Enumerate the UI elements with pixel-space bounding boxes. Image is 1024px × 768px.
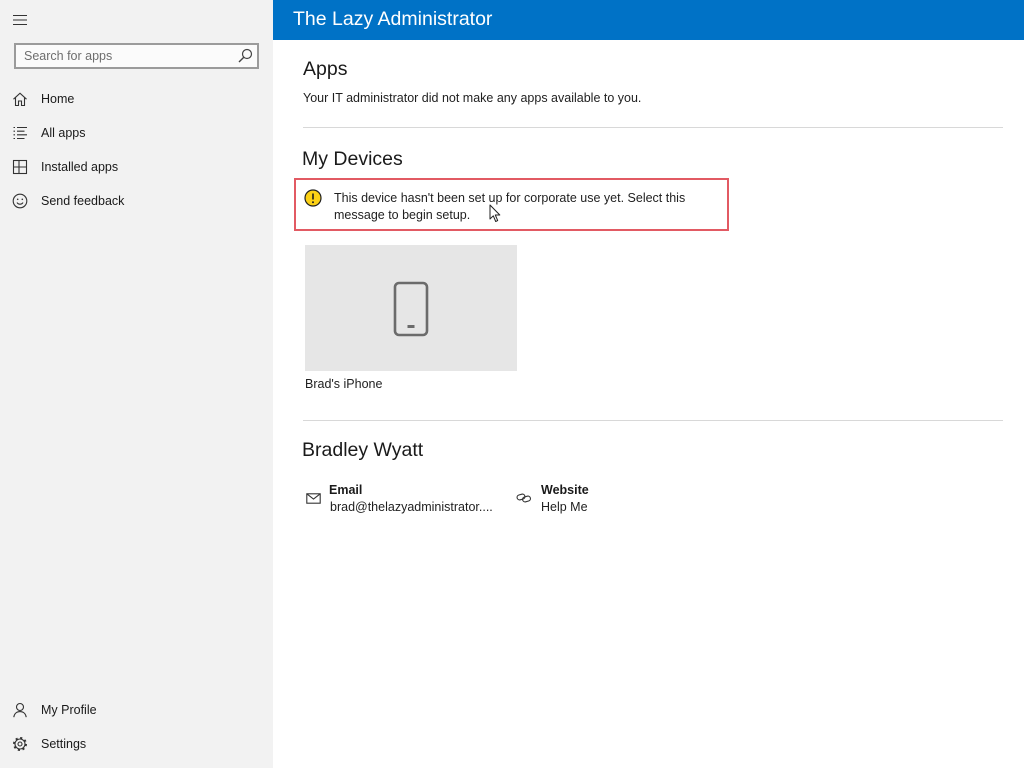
email-link[interactable]: brad@thelazyadministrator.... [330,499,493,516]
sidebar-item-label: All apps [41,126,86,140]
contact-label: Website [541,483,589,497]
notice-text: This device hasn't been set up for corpo… [334,190,686,222]
divider [303,420,1003,421]
device-card[interactable]: Brad's iPhone [305,245,517,393]
device-tile[interactable] [305,245,517,371]
sidebar: Home All apps Installed apps Send feedba… [0,0,273,768]
smiley-icon [12,193,28,209]
contact-email: Email brad@thelazyadministrator.... [306,482,506,516]
sidebar-footer-nav: My Profile Settings [0,693,273,761]
search-box[interactable] [14,43,259,69]
page-title: The Lazy Administrator [293,8,493,30]
apps-empty-message: Your IT administrator did not make any a… [303,91,642,105]
sidebar-item-label: Home [41,92,75,106]
person-icon [13,702,27,718]
device-setup-notice[interactable]: This device hasn't been set up for corpo… [294,178,729,231]
installed-apps-icon [12,159,28,175]
home-icon [13,92,27,107]
device-name[interactable]: Brad's iPhone [305,376,382,393]
sidebar-item-label: Settings [41,737,87,751]
sidebar-item-all-apps[interactable]: All apps [0,116,273,150]
sidebar-item-settings[interactable]: Settings [0,727,273,761]
website-link[interactable]: Help Me [541,499,588,516]
hamburger-menu-icon[interactable] [12,14,28,26]
sidebar-nav: Home All apps Installed apps Send feedba… [0,82,273,218]
warning-icon [304,189,322,207]
link-icon [516,493,531,503]
sidebar-item-home[interactable]: Home [0,82,273,116]
apps-heading: Apps [303,58,348,80]
sidebar-item-label: Send feedback [41,194,125,208]
contact-website: Website Help Me [516,482,636,516]
phone-icon [393,281,429,337]
gear-icon [13,737,27,751]
sidebar-item-installed-apps[interactable]: Installed apps [0,150,273,184]
search-input[interactable] [24,45,229,67]
search-icon[interactable] [237,48,253,64]
profile-name: Bradley Wyatt [302,439,424,461]
list-icon [13,126,27,140]
email-icon [306,493,321,504]
sidebar-item-label: My Profile [41,703,97,717]
app-header: The Lazy Administrator [273,0,1024,40]
sidebar-item-label: Installed apps [41,160,119,174]
devices-heading: My Devices [302,148,403,170]
sidebar-item-my-profile[interactable]: My Profile [0,693,273,727]
contact-label: Email [329,483,363,497]
sidebar-item-send-feedback[interactable]: Send feedback [0,184,273,218]
divider [303,127,1003,128]
